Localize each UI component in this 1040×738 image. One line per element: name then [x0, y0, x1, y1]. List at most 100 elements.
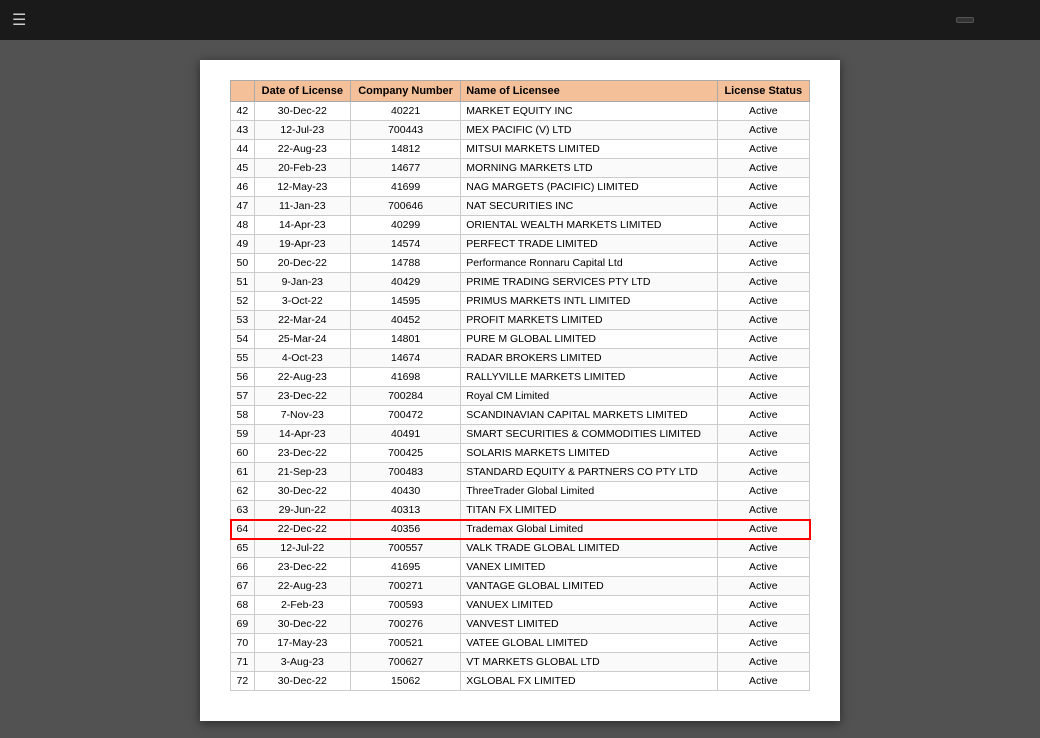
table-row: 5622-Aug-2341698RALLYVILLE MARKETS LIMIT…	[231, 368, 810, 387]
cell-company-num: 40221	[350, 102, 460, 121]
cell-num: 64	[231, 520, 255, 539]
cell-company-num: 700627	[350, 653, 460, 672]
cell-num: 60	[231, 444, 255, 463]
cell-num: 66	[231, 558, 255, 577]
cell-date: 22-Mar-24	[254, 311, 350, 330]
cell-status: Active	[717, 634, 809, 653]
cell-num: 67	[231, 577, 255, 596]
cell-name: MORNING MARKETS LTD	[461, 159, 717, 178]
cell-date: 23-Dec-22	[254, 387, 350, 406]
cell-name: VALK TRADE GLOBAL LIMITED	[461, 539, 717, 558]
table-row: 6512-Jul-22700557VALK TRADE GLOBAL LIMIT…	[231, 539, 810, 558]
cell-status: Active	[717, 349, 809, 368]
cell-num: 50	[231, 254, 255, 273]
table-row: 7017-May-23700521VATEE GLOBAL LIMITEDAct…	[231, 634, 810, 653]
cell-company-num: 40430	[350, 482, 460, 501]
cell-name: VANEX LIMITED	[461, 558, 717, 577]
zoom-in-button[interactable]	[982, 18, 992, 22]
header-date: Date of License	[254, 81, 350, 102]
zoom-out-button[interactable]	[938, 18, 948, 22]
cell-name: XGLOBAL FX LIMITED	[461, 672, 717, 691]
cell-status: Active	[717, 254, 809, 273]
rotate-button[interactable]	[1018, 18, 1028, 22]
cell-company-num: 700276	[350, 615, 460, 634]
cell-company-num: 700557	[350, 539, 460, 558]
cell-company-num: 41699	[350, 178, 460, 197]
cell-date: 2-Feb-23	[254, 596, 350, 615]
table-body: 4230-Dec-2240221MARKET EQUITY INCActive4…	[231, 102, 810, 691]
table-row: 4919-Apr-2314574PERFECT TRADE LIMITEDAct…	[231, 235, 810, 254]
cell-num: 70	[231, 634, 255, 653]
cell-num: 43	[231, 121, 255, 140]
cell-company-num: 14788	[350, 254, 460, 273]
cell-date: 22-Aug-23	[254, 577, 350, 596]
table-row: 7230-Dec-2215062XGLOBAL FX LIMITEDActive	[231, 672, 810, 691]
table-row: 4312-Jul-23700443MEX PACIFIC (V) LTDActi…	[231, 121, 810, 140]
cell-name: MEX PACIFIC (V) LTD	[461, 121, 717, 140]
cell-status: Active	[717, 615, 809, 634]
cell-company-num: 700472	[350, 406, 460, 425]
cell-name: ThreeTrader Global Limited	[461, 482, 717, 501]
cell-status: Active	[717, 596, 809, 615]
table-row: 5020-Dec-2214788Performance Ronnaru Capi…	[231, 254, 810, 273]
cell-status: Active	[717, 311, 809, 330]
cell-name: PURE M GLOBAL LIMITED	[461, 330, 717, 349]
table-row: 6023-Dec-22700425SOLARIS MARKETS LIMITED…	[231, 444, 810, 463]
cell-company-num: 700271	[350, 577, 460, 596]
cell-num: 52	[231, 292, 255, 311]
pdf-viewer-area: ⚙ KnowFX Date of License Company Number …	[0, 40, 1040, 738]
cell-num: 72	[231, 672, 255, 691]
cell-date: 21-Sep-23	[254, 463, 350, 482]
cell-num: 61	[231, 463, 255, 482]
cell-num: 68	[231, 596, 255, 615]
cell-status: Active	[717, 672, 809, 691]
fullscreen-button[interactable]	[1000, 18, 1010, 22]
table-row: 6329-Jun-2240313TITAN FX LIMITEDActive	[231, 501, 810, 520]
cell-name: PRIME TRADING SERVICES PTY LTD	[461, 273, 717, 292]
cell-date: 14-Apr-23	[254, 216, 350, 235]
table-row: 6422-Dec-2240356Trademax Global LimitedA…	[231, 520, 810, 539]
cell-num: 45	[231, 159, 255, 178]
cell-num: 47	[231, 197, 255, 216]
cell-date: 20-Feb-23	[254, 159, 350, 178]
cell-status: Active	[717, 140, 809, 159]
header-status: License Status	[717, 81, 809, 102]
cell-name: VANTAGE GLOBAL LIMITED	[461, 577, 717, 596]
cell-company-num: 14595	[350, 292, 460, 311]
cell-date: 17-May-23	[254, 634, 350, 653]
cell-date: 30-Dec-22	[254, 672, 350, 691]
cell-name: VT MARKETS GLOBAL LTD	[461, 653, 717, 672]
cell-name: VANVEST LIMITED	[461, 615, 717, 634]
table-row: 4612-May-2341699NAG MARGETS (PACIFIC) LI…	[231, 178, 810, 197]
cell-name: VATEE GLOBAL LIMITED	[461, 634, 717, 653]
cell-date: 25-Mar-24	[254, 330, 350, 349]
cell-num: 51	[231, 273, 255, 292]
cell-num: 58	[231, 406, 255, 425]
cell-date: 30-Dec-22	[254, 482, 350, 501]
cell-date: 30-Dec-22	[254, 615, 350, 634]
cell-name: MITSUI MARKETS LIMITED	[461, 140, 717, 159]
cell-name: RADAR BROKERS LIMITED	[461, 349, 717, 368]
cell-date: 22-Dec-22	[254, 520, 350, 539]
cell-name: ORIENTAL WEALTH MARKETS LIMITED	[461, 216, 717, 235]
table-row: 4230-Dec-2240221MARKET EQUITY INCActive	[231, 102, 810, 121]
cell-company-num: 40491	[350, 425, 460, 444]
cell-status: Active	[717, 121, 809, 140]
table-row: 5723-Dec-22700284Royal CM LimitedActive	[231, 387, 810, 406]
cell-date: 3-Aug-23	[254, 653, 350, 672]
licensee-table: Date of License Company Number Name of L…	[230, 80, 810, 691]
header-num	[231, 81, 255, 102]
cell-company-num: 700646	[350, 197, 460, 216]
cell-date: 22-Aug-23	[254, 368, 350, 387]
cell-num: 57	[231, 387, 255, 406]
header-company-num: Company Number	[350, 81, 460, 102]
topbar-controls	[922, 17, 1028, 23]
cell-name: RALLYVILLE MARKETS LIMITED	[461, 368, 717, 387]
cell-num: 42	[231, 102, 255, 121]
table-row: 519-Jan-2340429PRIME TRADING SERVICES PT…	[231, 273, 810, 292]
menu-icon[interactable]: ☰	[12, 10, 26, 30]
table-row: 4711-Jan-23700646NAT SECURITIES INCActiv…	[231, 197, 810, 216]
cell-status: Active	[717, 558, 809, 577]
cell-status: Active	[717, 330, 809, 349]
cell-date: 11-Jan-23	[254, 197, 350, 216]
